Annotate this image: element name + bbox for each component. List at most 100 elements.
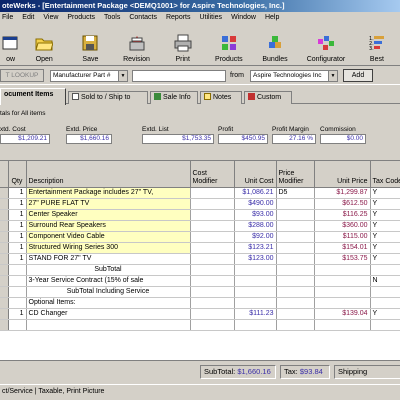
cell-unit-cost[interactable] [234,297,277,309]
cell-tax-code[interactable]: Y [370,209,400,221]
cell-price-modifier[interactable] [276,220,315,232]
revision-button[interactable]: Revision [113,23,159,65]
cell-unit-price[interactable]: $612.50 [314,198,371,210]
table-row[interactable]: Optional Items: [0,297,400,309]
cell-tax-code[interactable]: Y [370,308,400,320]
cell-description[interactable] [26,319,191,331]
cell-tax-code[interactable] [370,297,400,309]
col-header-qty[interactable]: Qty [8,161,27,188]
cell-qty[interactable]: 1 [8,187,27,199]
cell-description[interactable]: Structured Wiring Series 300 [26,242,191,254]
cell-tax-code[interactable]: Y [370,187,400,199]
cell-unit-price[interactable]: $116.25 [314,209,371,221]
lookup-button[interactable]: T LOOKUP [0,69,44,82]
row-selector[interactable] [0,308,9,320]
menu-file[interactable]: File [2,14,13,21]
cell-price-modifier[interactable] [276,308,315,320]
cell-unit-price[interactable] [314,275,371,287]
row-selector[interactable] [0,319,9,331]
cell-unit-cost[interactable]: $490.00 [234,198,277,210]
tab-notes[interactable]: Notes [200,91,242,104]
cell-unit-cost[interactable]: $123.21 [234,242,277,254]
menu-products[interactable]: Products [67,14,95,21]
cell-cost-modifier[interactable] [190,242,235,254]
cell-unit-price[interactable] [314,286,371,298]
table-row[interactable]: SubTotal [0,264,400,276]
row-selector[interactable] [0,187,9,199]
bundles-button[interactable]: Bundles [252,23,298,65]
print-button[interactable]: Print [160,23,206,65]
cell-qty[interactable]: 1 [8,231,27,243]
cell-unit-price[interactable]: $1,299.87 [314,187,371,199]
cell-cost-modifier[interactable] [190,253,235,265]
col-header-tax-code[interactable]: Tax Code [370,161,400,188]
cell-description[interactable]: 27" PURE FLAT TV [26,198,191,210]
cell-tax-code[interactable]: Y [370,242,400,254]
cell-unit-cost[interactable] [234,275,277,287]
cell-cost-modifier[interactable] [190,308,235,320]
cell-qty[interactable]: 1 [8,220,27,232]
table-row[interactable]: 1 Surround Rear Speakers $288.00 $360.00 Y [0,220,400,232]
cell-tax-code[interactable]: N [370,275,400,287]
cell-unit-price[interactable]: $115.00 [314,231,371,243]
new-window-button[interactable]: ow [0,23,21,65]
menu-view[interactable]: View [43,14,58,21]
cell-description[interactable]: Entertainment Package includes 27" TV, [26,187,191,199]
save-button[interactable]: Save [67,23,113,65]
row-selector[interactable] [0,297,9,309]
cell-tax-code[interactable] [370,264,400,276]
best-button[interactable]: 1. 2. 3. Best [354,23,400,65]
cell-qty[interactable] [8,286,27,298]
cell-price-modifier[interactable] [276,242,315,254]
cell-tax-code[interactable]: Y [370,231,400,243]
tab-sold-to-ship-to[interactable]: Sold to / Ship to [68,91,148,104]
cell-qty[interactable]: 1 [8,253,27,265]
cell-price-modifier[interactable] [276,297,315,309]
menu-contacts[interactable]: Contacts [129,14,157,21]
cell-cost-modifier[interactable] [190,297,235,309]
cell-description[interactable]: SubTotal Including Service [26,286,191,298]
tab-document-items[interactable]: ocument Items [0,88,66,105]
col-header-unit-cost[interactable]: Unit Cost [234,161,277,188]
row-selector[interactable] [0,209,9,221]
table-row[interactable]: 1 27" PURE FLAT TV $490.00 $612.50 Y [0,198,400,210]
table-row[interactable]: 1 Center Speaker $93.00 $116.25 Y [0,209,400,221]
cell-qty[interactable]: 1 [8,242,27,254]
menu-tools[interactable]: Tools [104,14,120,21]
row-selector[interactable] [0,264,9,276]
cell-qty[interactable] [8,275,27,287]
table-row[interactable] [0,319,400,331]
table-row[interactable]: 1 CD Changer $111.23 $139.04 Y [0,308,400,320]
cell-price-modifier[interactable] [276,209,315,221]
table-row[interactable]: 1 Component Video Cable $92.00 $115.00 Y [0,231,400,243]
cell-cost-modifier[interactable] [190,231,235,243]
cell-price-modifier[interactable]: D5 [276,187,315,199]
configurator-button[interactable]: Configurator [298,23,354,65]
cell-description[interactable]: Center Speaker [26,209,191,221]
products-button[interactable]: Products [206,23,252,65]
cell-price-modifier[interactable] [276,198,315,210]
cell-price-modifier[interactable] [276,253,315,265]
col-header-price-modifier[interactable]: Price Modifier [276,161,315,188]
add-button[interactable]: Add [343,69,373,82]
menu-window[interactable]: Window [231,14,256,21]
table-row[interactable]: 1 Structured Wiring Series 300 $123.21 $154… [0,242,400,254]
cell-unit-cost[interactable]: $288.00 [234,220,277,232]
cell-qty[interactable]: 1 [8,209,27,221]
vendor-select[interactable]: Aspire Technologies Inc ▼ [250,70,338,82]
cell-price-modifier[interactable] [276,275,315,287]
row-selector[interactable] [0,286,9,298]
row-selector[interactable] [0,275,9,287]
cell-cost-modifier[interactable] [190,275,235,287]
cell-price-modifier[interactable] [276,319,315,331]
menu-utilities[interactable]: Utilities [200,14,223,21]
cell-cost-modifier[interactable] [190,264,235,276]
lookup-search-input[interactable] [132,70,226,82]
cell-price-modifier[interactable] [276,264,315,276]
cell-qty[interactable]: 1 [8,198,27,210]
cell-tax-code[interactable]: Y [370,198,400,210]
cell-price-modifier[interactable] [276,286,315,298]
cell-tax-code[interactable] [370,286,400,298]
cell-unit-price[interactable] [314,264,371,276]
cell-unit-price[interactable] [314,319,371,331]
